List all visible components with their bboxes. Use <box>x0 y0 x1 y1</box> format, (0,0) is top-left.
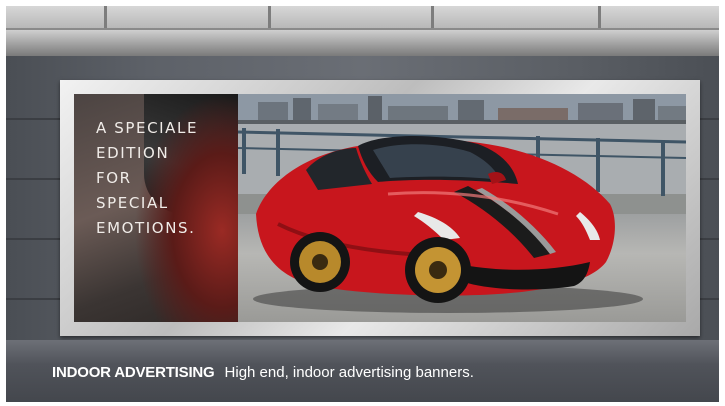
caption-heading: INDOOR ADVERTISING <box>52 364 215 381</box>
ad-slogan-line: EMOTIONS. <box>96 219 196 237</box>
caption: INDOOR ADVERTISING High end, indoor adve… <box>52 364 474 386</box>
ad-left-panel: A SPECIALE EDITION FOR SPECIAL EMOTIONS. <box>74 94 244 322</box>
ad-slogan-line: A SPECIALE <box>96 119 199 137</box>
caption-text: High end, indoor advertising banners. <box>224 364 474 381</box>
ceiling-edge <box>6 30 719 56</box>
ad-car-photo <box>238 94 686 322</box>
billboard-ad: A SPECIALE EDITION FOR SPECIAL EMOTIONS. <box>74 94 686 322</box>
ceiling-beam <box>104 6 107 28</box>
ad-slogan: A SPECIALE EDITION FOR SPECIAL EMOTIONS. <box>96 116 236 241</box>
ad-slogan-line: EDITION <box>96 144 170 162</box>
ad-slogan-line: FOR <box>96 169 132 187</box>
ad-slogan-line: SPECIAL <box>96 194 169 212</box>
ceiling <box>6 6 719 30</box>
ceiling-beam <box>431 6 434 28</box>
indoor-advertising-scene: A SPECIALE EDITION FOR SPECIAL EMOTIONS. <box>0 0 725 406</box>
red-sports-car <box>253 135 643 313</box>
ceiling-beam <box>598 6 601 28</box>
ceiling-beam <box>268 6 271 28</box>
